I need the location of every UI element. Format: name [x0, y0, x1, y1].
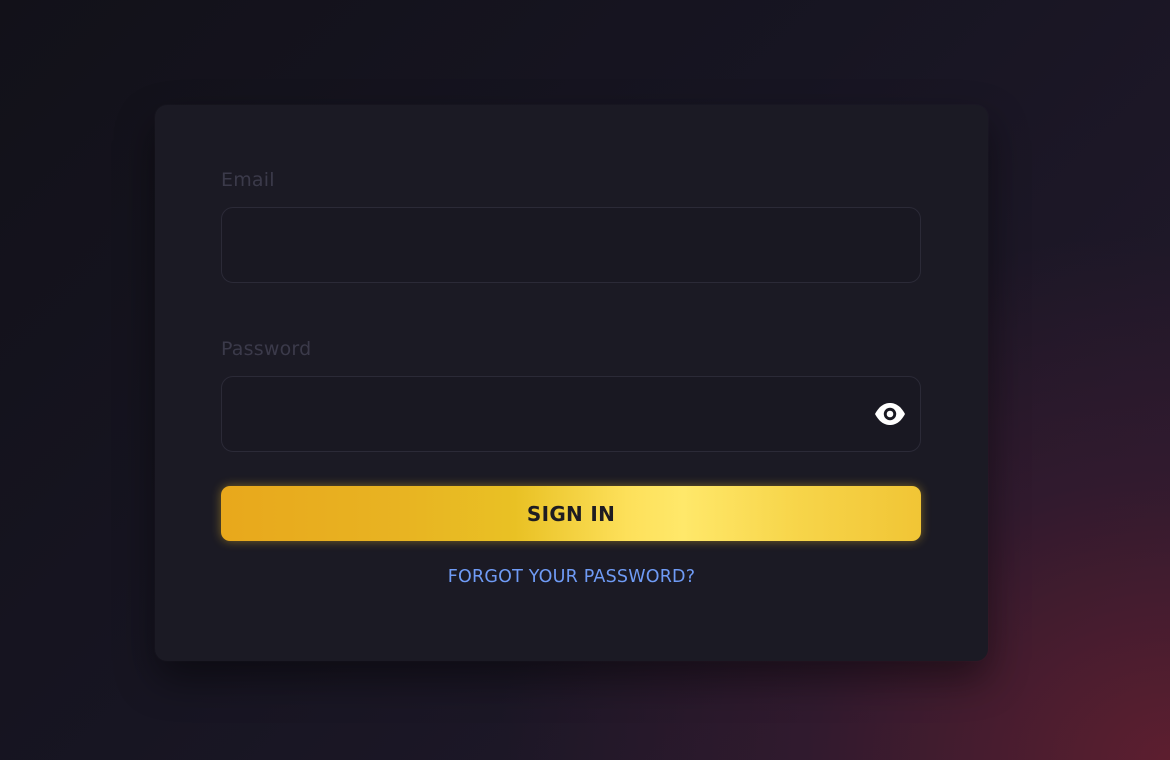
- sign-in-button[interactable]: SIGN IN: [221, 486, 921, 541]
- password-label: Password: [221, 338, 312, 360]
- password-field-container[interactable]: [221, 376, 921, 452]
- password-field[interactable]: [222, 377, 920, 451]
- login-card: Email Password SIGN IN FORGOT YOUR PASSW…: [155, 105, 988, 661]
- forgot-password-link[interactable]: FORGOT YOUR PASSWORD?: [155, 567, 988, 587]
- email-field-container[interactable]: [221, 207, 921, 283]
- eye-icon[interactable]: [874, 402, 906, 426]
- email-field[interactable]: [222, 208, 920, 282]
- email-label: Email: [221, 169, 275, 191]
- sign-in-label: SIGN IN: [526, 501, 616, 526]
